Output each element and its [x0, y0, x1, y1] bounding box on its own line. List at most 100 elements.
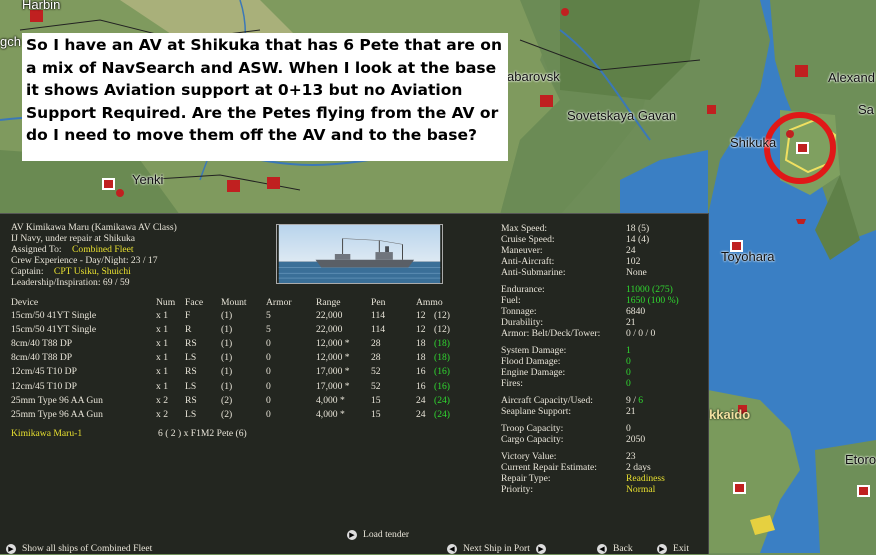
map-label-etoro: Etoro: [845, 452, 876, 467]
stat-value: 14 (4): [626, 234, 650, 245]
load-tender-button[interactable]: ▶ Load tender: [347, 529, 409, 541]
map-label-alexand: Alexand: [828, 70, 875, 85]
weapon-pen: 114: [371, 324, 386, 336]
exit-button[interactable]: ▶ Exit: [657, 543, 689, 555]
air-group-name[interactable]: Kimikawa Maru-1: [11, 428, 82, 439]
stat-label: Cruise Speed:: [501, 234, 555, 245]
stat-label: Troop Capacity:: [501, 423, 564, 434]
stat-label: Flood Damage:: [501, 356, 561, 367]
captain-value[interactable]: CPT Usiku, Shuichi: [54, 266, 131, 277]
crew-experience: Crew Experience - Day/Night: 23 / 17: [11, 255, 158, 266]
stat-label: Current Repair Estimate:: [501, 462, 597, 473]
weapon-range: 4,000 *: [316, 408, 345, 420]
weapon-mount: (2): [221, 394, 233, 406]
weapon-ammo: 12: [416, 324, 426, 336]
next-ship-button[interactable]: ◀ Next Ship in Port ▶: [447, 543, 546, 555]
weapon-ammo: 12: [416, 310, 426, 321]
arrow-left-icon: ◀: [597, 543, 607, 554]
weapon-ammo-max: (12): [434, 310, 450, 321]
col-pen: Pen: [371, 297, 386, 308]
weapon-num: x 1: [156, 324, 168, 336]
weapon-armor: 0: [266, 366, 271, 378]
stat-label: System Damage:: [501, 345, 567, 356]
weapon-pen: 28: [371, 352, 381, 364]
ship-detail-panel: AV Kimikawa Maru (Kamikawa AV Class) IJ …: [0, 213, 709, 554]
stat-value: 24: [626, 245, 636, 256]
weapon-ammo-max: (18): [434, 352, 450, 364]
aircraft-used: 6: [638, 395, 644, 406]
stat-value: 0: [626, 367, 631, 378]
weapon-armor: 5: [266, 324, 271, 336]
stat-value: Normal: [626, 484, 656, 495]
stat-label: Durability:: [501, 317, 544, 328]
map-label-yenki: Yenki: [132, 172, 164, 187]
weapon-device: 8cm/40 T88 DP: [11, 338, 73, 350]
stat-value: 0: [626, 356, 631, 367]
stat-label: Fires:: [501, 378, 523, 389]
weapon-ammo-max: (12): [434, 324, 450, 336]
weapon-device: 12cm/45 T10 DP: [11, 366, 77, 378]
stat-value: 2050: [626, 434, 646, 445]
weapon-mount: (1): [221, 380, 233, 392]
weapon-num: x 1: [156, 366, 168, 378]
stat-value: 0: [626, 378, 631, 389]
map-label-khabarovsk: abarovsk: [507, 69, 560, 84]
stat-value: 21: [626, 406, 636, 417]
weapon-armor: 0: [266, 394, 271, 406]
weapon-face: F: [185, 310, 191, 321]
stat-label: Anti-Aircraft:: [501, 256, 555, 267]
weapon-armor: 0: [266, 408, 271, 420]
map-label-sa: Sa: [858, 102, 874, 117]
question-note: So I have an AV at Shikuka that has 6 Pe…: [22, 33, 508, 161]
weapon-face: LS: [185, 352, 197, 364]
back-button[interactable]: ◀ Back: [597, 543, 633, 555]
stat-label: Maneuver:: [501, 245, 543, 256]
stat-value: 1: [626, 345, 631, 356]
weapon-face: RS: [185, 394, 197, 406]
back-label: Back: [613, 543, 633, 554]
weapon-armor: 0: [266, 338, 271, 350]
weapon-num: x 1: [156, 380, 168, 392]
captain-label: Captain:: [11, 266, 44, 277]
map-label-hokkaido: kkaido: [709, 407, 751, 422]
stat-label: Victory Value:: [501, 451, 557, 462]
next-ship-label: Next Ship in Port: [463, 543, 530, 554]
weapon-ammo-max: (18): [434, 338, 450, 350]
col-armor: Armor: [266, 297, 292, 308]
weapon-ammo: 16: [416, 366, 426, 378]
air-group-aircraft: 6 ( 2 ) x F1M2 Pete (6): [158, 428, 247, 439]
stat-value: 21: [626, 317, 636, 328]
weapon-pen: 52: [371, 366, 381, 378]
arrow-right-icon: ▶: [6, 543, 16, 554]
weapon-face: RS: [185, 338, 197, 350]
weapon-device: 25mm Type 96 AA Gun: [11, 408, 103, 420]
weapon-device: 15cm/50 41YT Single: [11, 324, 97, 336]
weapon-face: LS: [185, 408, 197, 420]
weapon-pen: 114: [371, 310, 386, 321]
ship-status: IJ Navy, under repair at Shikuka: [11, 233, 136, 244]
arrow-right-icon: ▶: [347, 529, 357, 540]
weapon-range: 4,000 *: [316, 394, 345, 406]
weapon-pen: 28: [371, 338, 381, 350]
weapon-face: R: [185, 324, 192, 336]
ship-name: AV Kimikawa Maru (Kamikawa AV Class): [11, 222, 177, 233]
stat-value: 0 / 0 / 0: [626, 328, 656, 339]
weapon-num: x 1: [156, 352, 168, 364]
map-label-gch: gch: [0, 34, 21, 49]
weapon-device: 25mm Type 96 AA Gun: [11, 394, 103, 406]
weapon-ammo-max: (16): [434, 380, 450, 392]
arrow-left-icon: ◀: [447, 543, 457, 554]
col-mount: Mount: [221, 297, 247, 308]
map-label-sovetskaya-gavan: Sovetskaya Gavan: [567, 108, 677, 123]
arrow-right-icon: ▶: [657, 543, 667, 554]
weapon-mount: (1): [221, 352, 233, 364]
stat-label: Seaplane Support:: [501, 406, 572, 417]
weapon-range: 22,000: [316, 324, 343, 336]
weapon-ammo: 18: [416, 352, 426, 364]
arrow-right-icon: ▶: [535, 543, 546, 554]
stat-value: 0: [626, 423, 631, 434]
assigned-value[interactable]: Combined Fleet: [72, 244, 134, 255]
show-all-ships-button[interactable]: ▶ Show all ships of Combined Fleet: [6, 543, 152, 555]
weapon-ammo-max: (24): [434, 408, 450, 420]
weapon-num: x 1: [156, 310, 168, 321]
